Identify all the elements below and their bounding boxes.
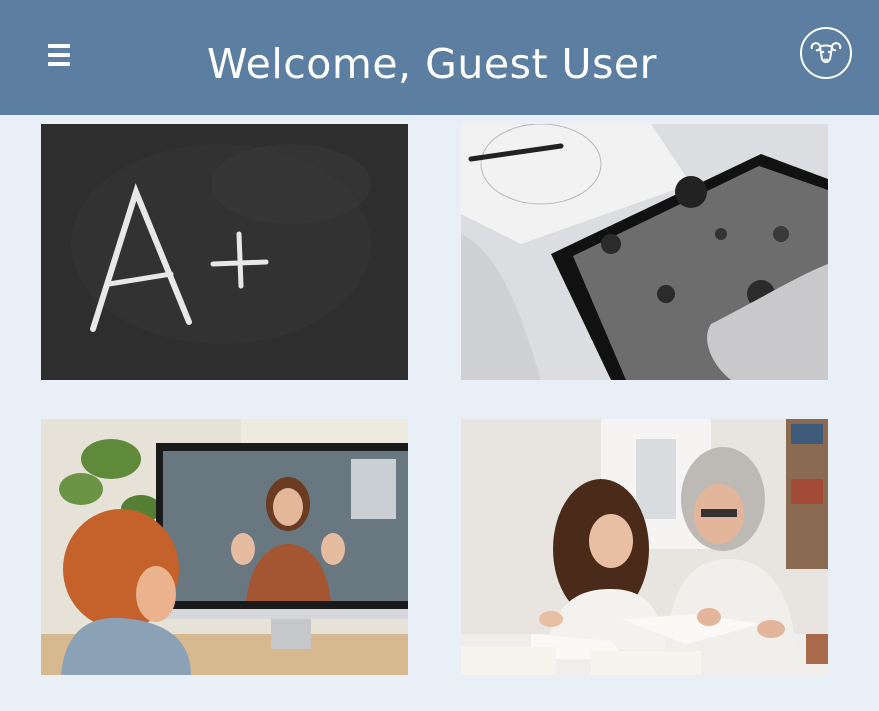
grandmother-tutoring-girl-image[interactable] — [461, 419, 828, 675]
chalkboard-a-plus-image[interactable] — [41, 124, 408, 380]
hamburger-menu-icon[interactable] — [48, 44, 72, 68]
tablet-moon-surface-image[interactable] — [461, 124, 828, 380]
app-header: Welcome, Guest User — [0, 0, 879, 115]
video-call-lesson-image[interactable] — [41, 419, 408, 675]
ram-head-logo-icon[interactable] — [800, 27, 852, 79]
page-title: Welcome, Guest User — [207, 40, 658, 88]
